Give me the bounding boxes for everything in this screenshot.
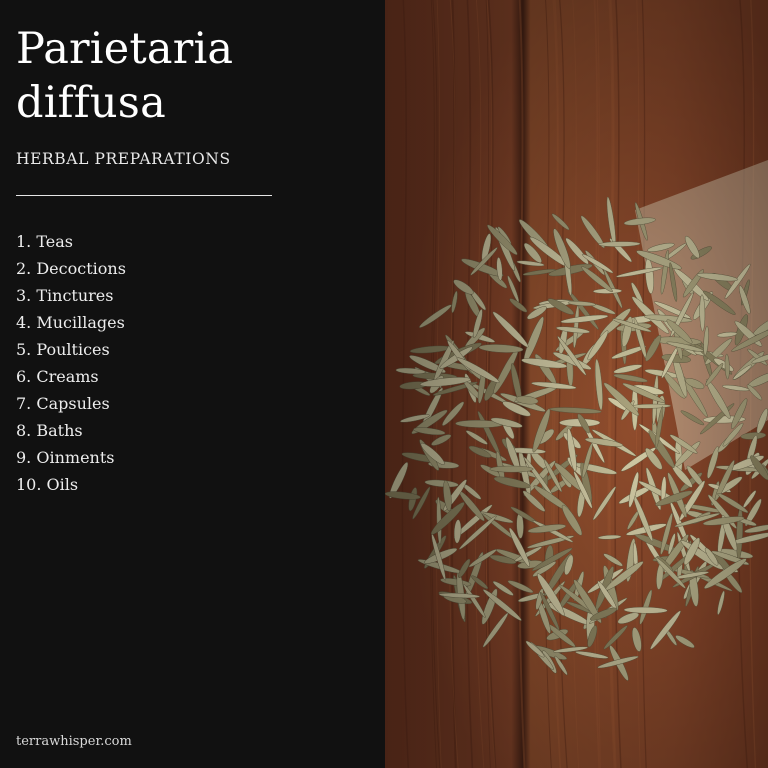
title-line-2: diffusa xyxy=(16,78,166,128)
list-item: 10. Oils xyxy=(16,475,79,494)
title-line-1: Parietaria xyxy=(16,24,234,74)
list-item: 4. Mucillages xyxy=(16,313,125,332)
list-item: 9. Oinments xyxy=(16,448,115,467)
list-item: 5. Poultices xyxy=(16,340,110,359)
text-panel: Parietaria diffusa HERBAL PREPARATIONS 1… xyxy=(0,0,385,768)
page-title: Parietaria diffusa xyxy=(16,22,233,130)
list-item: 2. Decoctions xyxy=(16,259,126,278)
divider xyxy=(16,195,272,196)
herb-card: Parietaria diffusa HERBAL PREPARATIONS 1… xyxy=(0,0,768,768)
list-item: 6. Creams xyxy=(16,367,99,386)
list-item: 8. Baths xyxy=(16,421,83,440)
site-credit: terrawhisper.com xyxy=(16,734,132,749)
herb-photo xyxy=(385,0,768,768)
herb-photo-illustration xyxy=(385,0,768,768)
list-item: 3. Tinctures xyxy=(16,286,114,305)
list-item: 1. Teas xyxy=(16,232,73,251)
subtitle: HERBAL PREPARATIONS xyxy=(16,150,231,168)
vignette xyxy=(385,0,768,768)
preparations-list: 1. Teas 2. Decoctions 3. Tinctures 4. Mu… xyxy=(16,228,126,498)
list-item: 7. Capsules xyxy=(16,394,110,413)
